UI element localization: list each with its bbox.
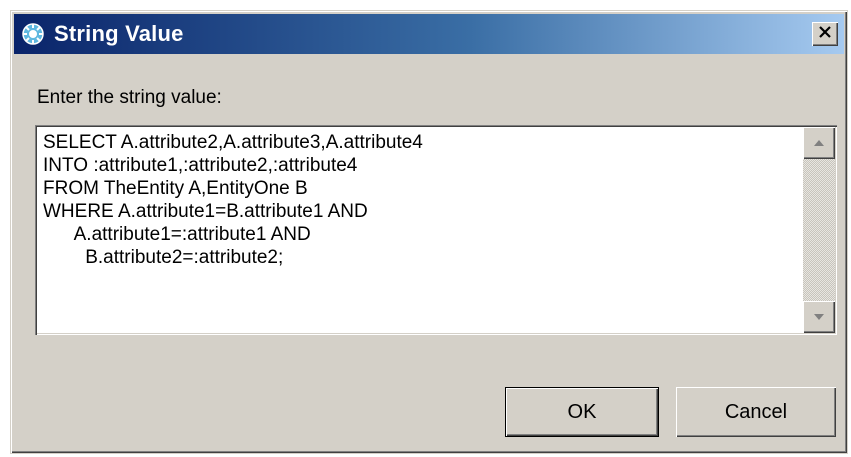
gear-globe-icon xyxy=(20,21,46,47)
cancel-button[interactable]: Cancel xyxy=(676,387,836,437)
prompt-label: Enter the string value: xyxy=(37,87,222,108)
scroll-up-button[interactable] xyxy=(803,127,835,159)
close-button[interactable] xyxy=(812,22,838,46)
arrow-down-icon xyxy=(813,308,825,326)
ok-button[interactable]: OK xyxy=(505,387,659,437)
window-title: String Value xyxy=(54,21,184,46)
string-value-text[interactable]: SELECT A.attribute2,A.attribute3,A.attri… xyxy=(39,129,801,331)
title-bar[interactable]: String Value xyxy=(14,14,844,54)
string-value-textarea[interactable]: SELECT A.attribute2,A.attribute3,A.attri… xyxy=(35,125,837,335)
arrow-up-icon xyxy=(813,134,825,152)
scroll-down-button[interactable] xyxy=(803,301,835,333)
string-value-dialog: String Value Enter the string value: SEL… xyxy=(10,10,848,454)
close-icon xyxy=(818,25,832,43)
vertical-scrollbar[interactable] xyxy=(803,127,835,333)
